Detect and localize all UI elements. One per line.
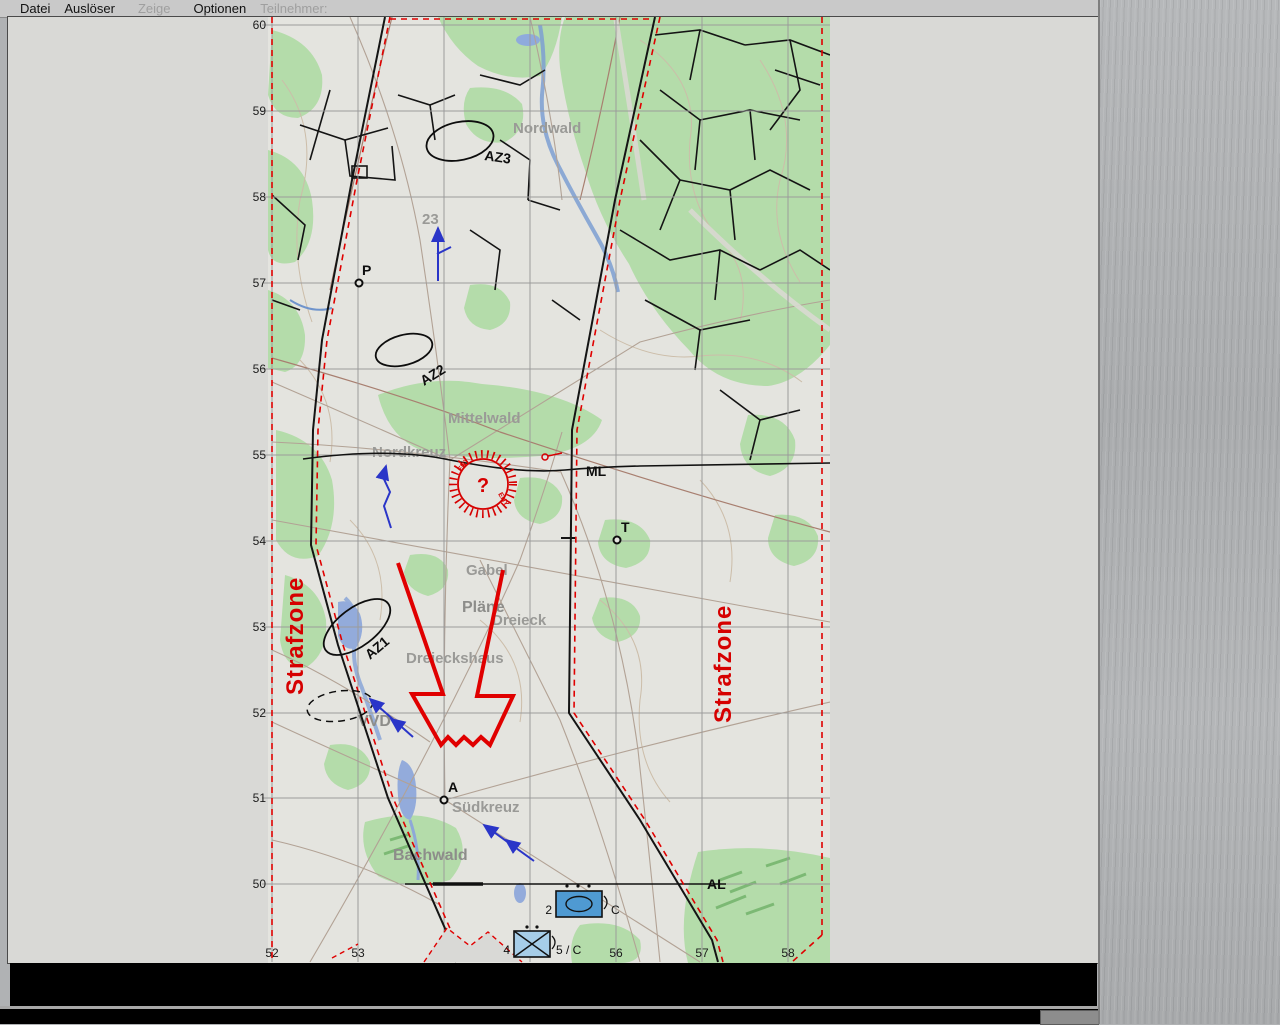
svg-text:53: 53 (253, 620, 267, 634)
horizontal-scrollbar[interactable] (0, 1009, 1098, 1024)
svg-text:55: 55 (253, 448, 267, 462)
svg-text:P: P (362, 262, 371, 278)
menu-optionen[interactable]: Optionen (186, 1, 253, 16)
svg-text:58: 58 (781, 946, 795, 960)
svg-text:Bachwald: Bachwald (393, 847, 468, 864)
svg-text:52: 52 (253, 706, 267, 720)
svg-text:ML: ML (586, 463, 607, 479)
svg-text:58: 58 (253, 190, 267, 204)
svg-text:23: 23 (422, 211, 439, 228)
svg-text:50: 50 (253, 877, 267, 891)
svg-text:56: 56 (253, 362, 267, 376)
svg-text:AL: AL (707, 876, 726, 892)
strafzone-label-left: Strafzone (282, 577, 309, 695)
horizontal-scrollbar-thumb[interactable] (1040, 1010, 1099, 1025)
svg-text:?: ? (477, 475, 489, 497)
menu-zeige[interactable]: Zeige (131, 1, 178, 16)
control-panel: Start Ende Kartentyp Gelände Sicht Auftr… (1098, 0, 1280, 1024)
svg-text:57: 57 (695, 946, 709, 960)
svg-text:4: 4 (503, 943, 510, 957)
svg-text:56: 56 (609, 946, 623, 960)
svg-text:60: 60 (253, 18, 267, 32)
svg-text:51: 51 (253, 791, 267, 805)
menu-datei[interactable]: Datei (13, 1, 57, 16)
svg-text:Mittelwald: Mittelwald (448, 410, 521, 427)
map-canvas[interactable]: 60 59 58 57 56 55 54 53 52 51 50 52 53 5… (8, 17, 1098, 963)
svg-text:Südkreuz: Südkreuz (452, 799, 520, 816)
svg-text:54: 54 (253, 534, 267, 548)
svg-text:T: T (621, 519, 630, 535)
svg-text:Dreieckshaus: Dreieckshaus (406, 650, 504, 667)
svg-text:5 / C: 5 / C (556, 943, 582, 957)
svg-text:Dreieck: Dreieck (492, 612, 547, 629)
svg-text:59: 59 (253, 104, 267, 118)
message-console (10, 963, 1097, 1006)
svg-text:53: 53 (351, 946, 365, 960)
svg-text:2: 2 (545, 903, 552, 917)
menu-bar: Datei Auslöser Zeige Optionen Teilnehmer… (0, 0, 1098, 18)
svg-text:A: A (448, 779, 458, 795)
svg-text:57: 57 (253, 276, 267, 290)
map-panel: 60 59 58 57 56 55 54 53 52 51 50 52 53 5… (7, 16, 1099, 964)
svg-text:Nordwald: Nordwald (513, 120, 581, 137)
svg-text:C: C (611, 903, 620, 917)
menu-teilnehmer[interactable]: Teilnehmer: (253, 1, 334, 16)
menu-ausloeser[interactable]: Auslöser (57, 1, 122, 16)
strafzone-label-right: Strafzone (710, 605, 737, 723)
